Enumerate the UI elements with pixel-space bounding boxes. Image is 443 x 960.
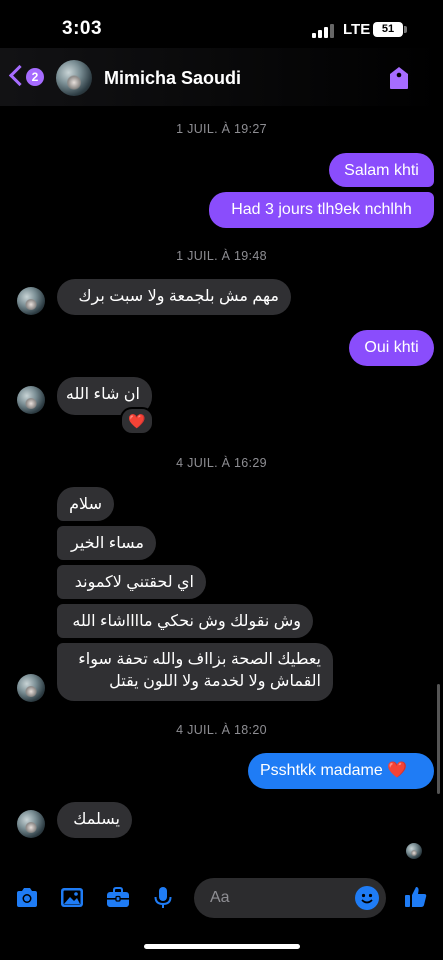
contact-name[interactable]: Mimicha Saoudi — [104, 68, 241, 89]
scrollbar[interactable] — [437, 684, 440, 794]
timestamp: 1 JUIL. À 19:27 — [176, 122, 267, 136]
battery-cap — [404, 26, 407, 33]
outgoing-message[interactable]: Psshtkk madame ❤️ — [248, 753, 434, 789]
signal-icon — [312, 24, 334, 38]
incoming-message[interactable]: اي لحقتني لاكموند — [57, 565, 206, 599]
contact-avatar-small — [17, 810, 45, 838]
briefcase-icon[interactable] — [105, 885, 131, 911]
thumbs-up-icon[interactable] — [403, 884, 429, 910]
outgoing-message[interactable]: Oui khti — [349, 330, 434, 366]
camera-icon[interactable] — [14, 885, 40, 911]
gallery-icon[interactable] — [59, 885, 85, 911]
timestamp: 1 JUIL. À 19:48 — [176, 249, 267, 263]
timestamp: 4 JUIL. À 18:20 — [176, 723, 267, 737]
heart-icon: ❤️ — [128, 413, 146, 429]
outgoing-message[interactable]: Had 3 jours tlh9ek nchlhh — [209, 192, 434, 228]
incoming-message[interactable]: وش نقولك وش نحكي مااااشاء الله — [57, 604, 313, 638]
status-time: 3:03 — [62, 18, 103, 39]
message-line: القماش ولا لخدمة ولا اللون يقتل — [109, 673, 321, 690]
back-button[interactable]: 2 — [8, 64, 44, 92]
timestamp: 4 JUIL. À 16:29 — [176, 456, 267, 470]
contact-avatar-small — [17, 386, 45, 414]
emoji-icon[interactable] — [355, 886, 379, 910]
contact-avatar[interactable] — [56, 60, 92, 96]
network-label: LTE — [343, 21, 371, 38]
incoming-message[interactable]: يعطيك الصحة بزااف والله تحفة سواء القماش… — [57, 643, 333, 701]
incoming-message[interactable]: مهم مش بلجمعة ولا سبت برك — [57, 279, 291, 315]
unread-badge: 2 — [26, 68, 44, 86]
battery-icon: 51 — [373, 22, 403, 37]
microphone-icon[interactable] — [150, 885, 176, 911]
incoming-message[interactable]: مساء الخير — [57, 526, 156, 560]
home-indicator — [144, 944, 300, 949]
contact-avatar-small — [17, 287, 45, 315]
contact-avatar-small — [17, 674, 45, 702]
tag-icon[interactable] — [388, 66, 410, 90]
heart-reaction[interactable]: ❤️ — [120, 407, 154, 435]
incoming-message[interactable]: سلام — [57, 487, 114, 521]
outgoing-message[interactable]: Salam khti — [329, 153, 434, 187]
seen-avatar — [406, 843, 422, 859]
incoming-message[interactable]: يسلمك — [57, 802, 132, 838]
message-line: يعطيك الصحة بزااف والله تحفة سواء — [78, 651, 321, 668]
message-input-placeholder[interactable]: Aa — [210, 889, 230, 907]
